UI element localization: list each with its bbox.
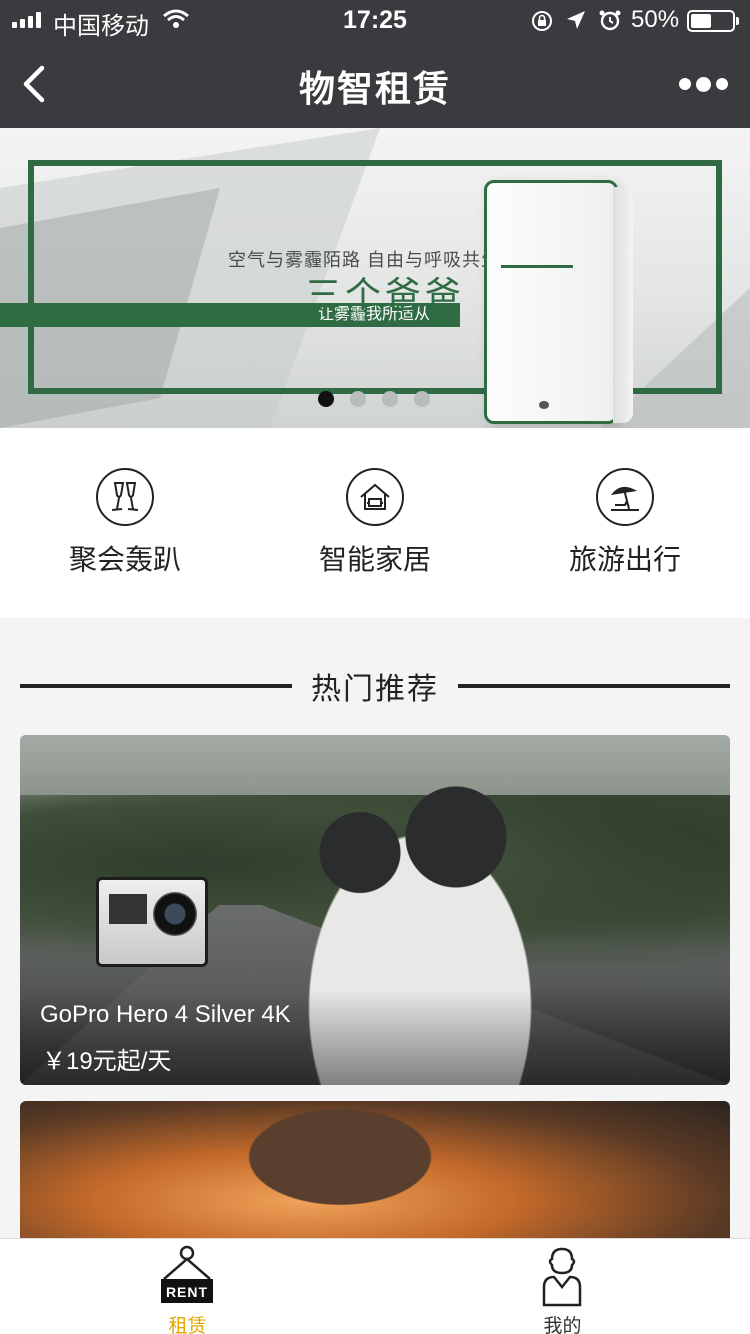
alarm-icon (598, 8, 622, 39)
category-grid: 聚会轰趴 智能家居 旅游出行 (0, 428, 750, 618)
more-dot-icon (678, 78, 691, 90)
smart-home-icon (346, 468, 404, 526)
air-purifier-image (484, 180, 633, 424)
user-icon (542, 1247, 582, 1307)
section-header: 热门推荐 (20, 662, 730, 708)
rotation-lock-icon (530, 9, 554, 40)
product-name: GoPro Hero 4 Silver 4K (40, 1001, 291, 1028)
tab-label: 租赁 (168, 1316, 207, 1334)
category-smart-home[interactable]: 智能家居 (250, 428, 500, 618)
carousel-dot[interactable] (414, 391, 430, 407)
svg-text:RENT: RENT (166, 1284, 208, 1300)
more-dot-icon (695, 76, 711, 92)
carousel-indicator (318, 391, 430, 407)
battery-percent: 50% (631, 6, 680, 33)
location-icon (565, 9, 587, 38)
more-options-button[interactable] (678, 70, 728, 98)
gopro-camera-image (96, 877, 208, 967)
banner-brand: 三个爸爸 (305, 274, 466, 315)
battery-icon (687, 10, 739, 32)
product-price: ￥19元起/天 (42, 1048, 172, 1075)
product-photo (180, 1101, 500, 1241)
more-dot-icon (715, 78, 728, 90)
carousel-dot[interactable] (350, 391, 366, 407)
divider (458, 684, 730, 688)
category-label: 聚会轰趴 (68, 544, 181, 575)
carousel-dot[interactable] (318, 391, 334, 407)
carousel-dot[interactable] (382, 391, 398, 407)
category-label: 旅游出行 (568, 544, 681, 575)
product-card[interactable]: GoPro Hero 4 Silver 4K ￥19元起/天 (20, 735, 730, 1085)
banner-carousel[interactable]: 让雾霾我所适从 空气与雾霾陌路 自由与呼吸共生 三个爸爸 (0, 128, 750, 428)
category-travel[interactable]: 旅游出行 (500, 428, 750, 618)
category-label: 智能家居 (318, 544, 431, 575)
beach-umbrella-icon (596, 468, 654, 526)
page-title: 物智租赁 (298, 68, 451, 109)
tab-label: 我的 (543, 1316, 582, 1334)
champagne-icon (96, 468, 154, 526)
nav-bar: 物智租赁 (0, 40, 750, 128)
category-party[interactable]: 聚会轰趴 (0, 428, 250, 618)
rent-tag-icon: RENT (161, 1245, 213, 1303)
status-bar: 中国移动 17:25 50% (0, 0, 750, 40)
tab-rent[interactable]: RENT 租赁 (0, 1239, 375, 1334)
tab-bar: RENT 租赁 我的 (0, 1238, 750, 1334)
